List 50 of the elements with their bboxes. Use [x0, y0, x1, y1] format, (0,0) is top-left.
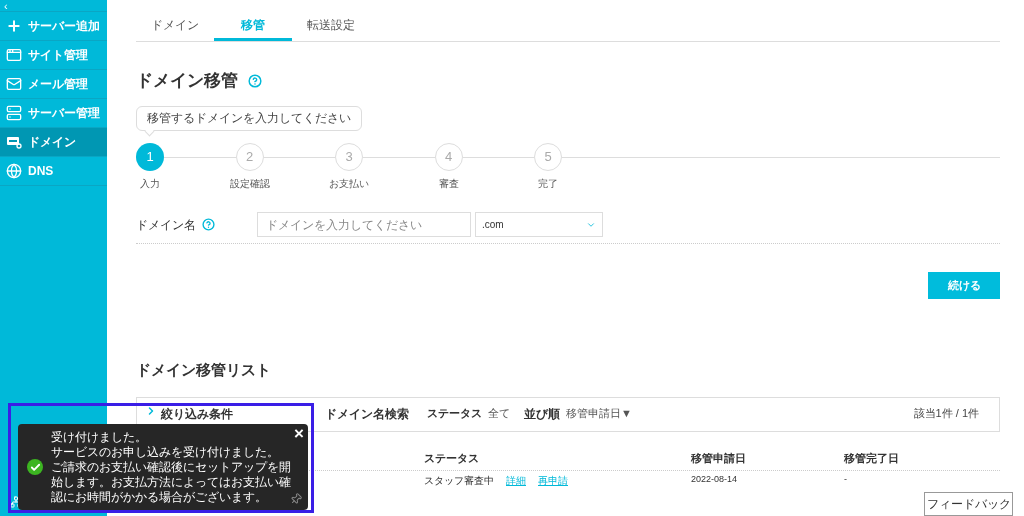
help-icon[interactable]	[202, 218, 215, 231]
globe-icon	[6, 163, 22, 179]
filter-label: ステータス	[427, 406, 482, 421]
column-header: ステータス	[424, 451, 480, 466]
tld-select[interactable]: .com	[475, 212, 603, 237]
hint-bubble: 移管するドメインを入力してください	[136, 105, 362, 131]
step-label: お支払い	[329, 176, 369, 191]
window-icon	[6, 47, 22, 63]
tab[interactable]: 移管	[214, 11, 292, 41]
feedback-button[interactable]: フィードバック	[924, 492, 1013, 516]
filter-label[interactable]: ドメイン名検索	[325, 405, 409, 423]
sidebar-item[interactable]: ドメイン	[0, 128, 107, 157]
column-header: 移管申請日	[691, 451, 747, 466]
close-button[interactable]: ×	[294, 425, 304, 443]
filter-value[interactable]: 移管申請日▼	[566, 405, 632, 422]
table-cell-text: 2022-08-14	[691, 473, 739, 487]
collapse-button[interactable]: ‹	[0, 0, 107, 12]
sidebar-item[interactable]: DNS	[0, 157, 107, 186]
filter-label: 並び順	[524, 406, 560, 423]
table-link[interactable]: 詳細	[506, 472, 526, 488]
step-label: 審査	[438, 176, 459, 191]
card-search-icon	[6, 135, 22, 149]
step-label: 入力	[140, 176, 160, 191]
table-cell-text: -	[844, 473, 848, 487]
continue-button[interactable]: 続ける	[928, 271, 1000, 299]
section-title: ドメイン移管リスト	[136, 359, 272, 380]
tab[interactable]: ドメイン	[136, 11, 214, 41]
filter-title[interactable]: 絞り込み条件	[161, 405, 233, 423]
table-link[interactable]: 再申請	[538, 472, 568, 488]
sidebar-item[interactable]: サイト管理	[0, 41, 107, 70]
column-header: 移管完了日	[844, 451, 900, 466]
mail-icon	[6, 76, 22, 92]
toast-message: ご請求のお支払い確認後にセットアップを開始します。お支払方法によってはお支払い確認にお時間がかかる場合がございます。	[51, 459, 292, 505]
domain-input[interactable]: ドメインを入力してください	[257, 212, 471, 237]
step-label: 設定確認	[229, 176, 270, 191]
toast-message: サービスのお申し込みを受け付けました。	[51, 444, 280, 460]
step-label: 完了	[538, 176, 558, 191]
sidebar-item[interactable]: メール管理	[0, 70, 107, 99]
check-icon	[27, 459, 43, 475]
field-label: ドメイン名	[136, 216, 197, 234]
result-count: 該当1件 / 1件	[913, 406, 979, 421]
server-icon	[6, 105, 22, 121]
toast-message: 受け付けました。	[51, 429, 148, 445]
filter-value[interactable]: 全て	[488, 405, 510, 422]
page-title: ドメイン移管	[136, 70, 238, 92]
table-cell-text: スタッフ審査中	[424, 473, 494, 488]
sidebar-item[interactable]: サーバー追加	[0, 12, 107, 41]
tab[interactable]: 転送設定	[292, 11, 370, 41]
plus-icon	[6, 18, 22, 34]
help-icon[interactable]	[248, 73, 262, 88]
